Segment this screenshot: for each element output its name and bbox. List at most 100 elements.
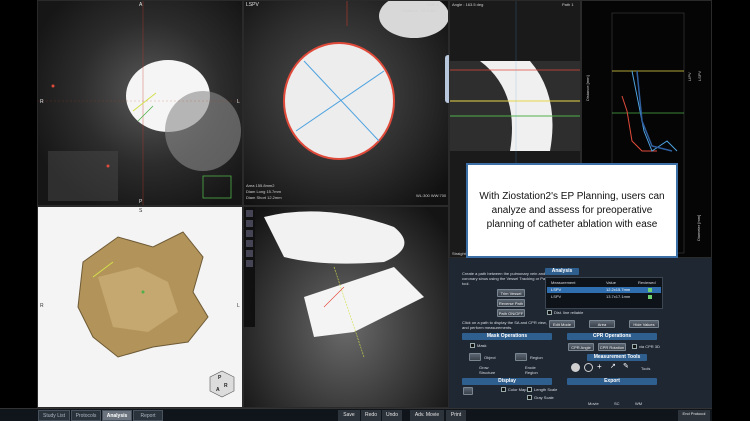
erode-region-button[interactable]: Erode Region: [525, 365, 547, 375]
lspv-cross-section-pane[interactable]: LSPV Path 1 Distance : 12.5 mm Area 155.…: [243, 0, 449, 206]
ep-planning-panel: Create a path between the pulmonary vein…: [449, 258, 712, 408]
cpr-toolstrip: [244, 207, 255, 327]
end-protocol-button[interactable]: End Protocol: [678, 410, 710, 421]
analysis-header-reviewed: Reviewed: [638, 280, 656, 285]
edit-mode-button[interactable]: Edit Mode: [549, 320, 575, 328]
display-preset[interactable]: [463, 387, 473, 395]
cube-face-a: A: [216, 387, 220, 393]
lspv-image: [283, 1, 448, 160]
reviewed-check[interactable]: [648, 295, 652, 299]
arrow-icon[interactable]: ↗: [610, 363, 619, 372]
analysis-section-title: Analysis: [545, 268, 579, 275]
ruler-icon[interactable]: [571, 363, 580, 372]
diameter-axis-label: Diameter [mm]: [696, 214, 701, 241]
hide-values-button[interactable]: Hide Values: [629, 320, 659, 328]
cpr-view-pane[interactable]: [243, 206, 449, 408]
grow-structure-button[interactable]: Grow Structure: [479, 365, 501, 375]
redo-button[interactable]: Redo: [361, 410, 381, 421]
lipv-label: LIPV: [687, 72, 692, 81]
display-section-title: Display: [462, 378, 552, 385]
dist-line-label: Dist. line reliable: [554, 310, 584, 315]
sc-export-button[interactable]: SC: [614, 401, 620, 406]
pen-icon[interactable]: ✎: [623, 363, 632, 372]
region-selector[interactable]: [515, 353, 527, 361]
adv-movie-button[interactable]: Adv. Movie: [410, 410, 444, 421]
angle-readout: Angle : 163.5 deg: [452, 2, 484, 7]
bottom-toolbar: Study List Protocols Analysis Report Sav…: [0, 408, 712, 421]
save-button[interactable]: Save: [338, 410, 360, 421]
undo-button[interactable]: Undo: [382, 410, 402, 421]
cpr-3d-label: via CPR 3D: [639, 344, 660, 349]
print-button[interactable]: Print: [446, 410, 466, 421]
reverse-path-button[interactable]: Reverse Path: [497, 299, 525, 307]
gray-scale-label: Gray Scale: [534, 395, 554, 400]
mask-label: Mask: [477, 343, 487, 348]
analysis-header-measurement: Measurement: [551, 280, 576, 285]
tool-icon-4[interactable]: [246, 240, 253, 247]
straight-label: Straight: [452, 251, 466, 256]
area-button[interactable]: Area: [589, 320, 615, 328]
3d-orientation-left: R: [40, 303, 44, 309]
straight-path-label: Path 1: [562, 2, 574, 7]
trim-vessel-button[interactable]: Trim Vessel: [497, 289, 525, 297]
diam-short-readout: Diam Short 12.2mm: [246, 195, 282, 200]
cpr-rotation-button[interactable]: CPR Rotation: [598, 343, 626, 351]
orientation-cube: [209, 370, 235, 398]
tool-icon-6[interactable]: [246, 260, 253, 267]
lspv-graph-label: LSPV: [697, 70, 702, 81]
axial-view-pane[interactable]: A L P R: [37, 0, 243, 206]
lspv-title: LSPV: [246, 2, 259, 8]
table-row[interactable]: LSPV 12.2x15.7mm: [547, 287, 661, 293]
orientation-right-label: L: [237, 99, 240, 105]
right-black-strip: [712, 0, 750, 421]
cpr-3d-checkbox[interactable]: [632, 344, 637, 349]
3d-volume-image: [77, 231, 235, 398]
caption-text: With Ziostation2's EP Planning, users ca…: [479, 190, 665, 230]
row-value: 12.2x15.7mm: [606, 287, 631, 292]
3d-orientation-right: L: [237, 303, 240, 309]
wm-export-button[interactable]: WM: [635, 401, 642, 406]
tools-button[interactable]: Tools: [641, 366, 650, 371]
mask-checkbox[interactable]: [470, 343, 475, 348]
path-label: Path 1: [427, 2, 439, 7]
tool-icon-2[interactable]: [246, 220, 253, 227]
window-level-readout: WL:300 WW:700: [416, 193, 447, 198]
tool-icon-1[interactable]: [246, 210, 253, 217]
path-onoff-button[interactable]: Path ON/OFF: [497, 309, 525, 317]
panel-instructions: Create a path between the pulmonary vein…: [462, 271, 552, 286]
diam-long-readout: Diam Long 15.7mm: [246, 189, 281, 194]
export-section-title: Export: [567, 378, 657, 385]
cpr-operations-title: CPR Operations: [567, 333, 657, 340]
table-row[interactable]: LSPV 13.7x17.1mm: [547, 294, 661, 300]
mask-operations-title: Mask Operations: [462, 333, 552, 340]
measurement-tools-title: Measurement Tools: [587, 354, 647, 361]
analysis-header-value: Value: [606, 280, 616, 285]
tab-analysis[interactable]: Analysis: [102, 410, 132, 421]
object-label: Object: [484, 355, 496, 360]
tool-icon-3[interactable]: [246, 230, 253, 237]
analysis-table: Measurement Value Reviewed LSPV 12.2x15.…: [545, 277, 663, 309]
cpr-angle-button[interactable]: CPR Angle: [568, 343, 594, 351]
tab-study-list[interactable]: Study List: [38, 410, 70, 421]
ellipse-icon[interactable]: [584, 363, 593, 372]
feature-caption: With Ziostation2's EP Planning, users ca…: [466, 163, 678, 258]
color-map-checkbox[interactable]: [501, 387, 506, 392]
gray-scale-checkbox[interactable]: [527, 395, 532, 400]
add-mark-icon[interactable]: +: [597, 363, 606, 372]
distance-axis-label: Distance [mm]: [585, 75, 590, 101]
dist-line-checkbox[interactable]: [547, 310, 552, 315]
tool-icon-5[interactable]: [246, 250, 253, 257]
distance-readout: Distance : 12.5 mm: [402, 8, 437, 13]
color-map-label: Color Map: [508, 387, 527, 392]
object-selector[interactable]: [469, 353, 481, 361]
tab-protocols[interactable]: Protocols: [71, 410, 101, 421]
tab-report[interactable]: Report: [133, 410, 163, 421]
3d-volume-pane[interactable]: S L R P R A: [37, 206, 243, 408]
movie-export-button[interactable]: Movie: [588, 401, 599, 406]
cube-face-p: P: [218, 375, 222, 381]
length-scale-checkbox[interactable]: [527, 387, 532, 392]
row-name: LSPV: [551, 287, 562, 292]
reviewed-check[interactable]: [648, 288, 652, 292]
orientation-top-label: A: [139, 2, 143, 8]
3d-orientation-top: S: [139, 208, 143, 214]
